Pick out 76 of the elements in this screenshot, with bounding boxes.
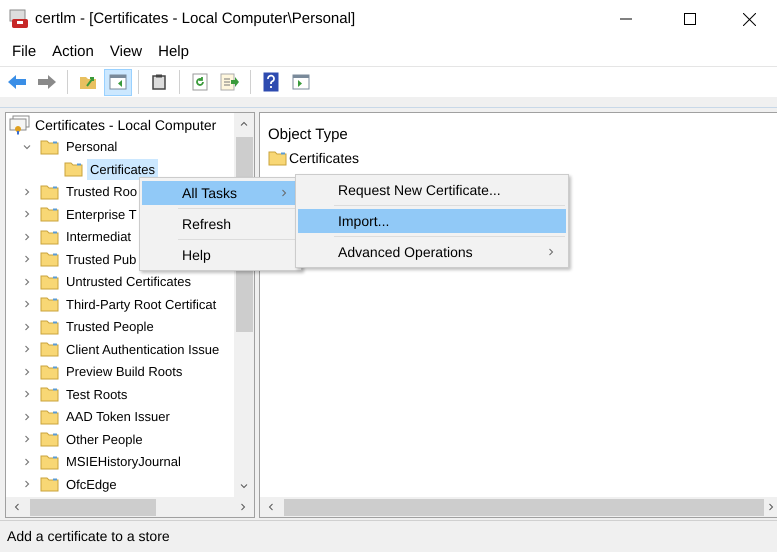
certificate-app-icon — [9, 9, 29, 29]
folder-up-icon — [79, 74, 97, 90]
tree-item[interactable]: Certificates — [87, 158, 158, 180]
chevron-right-icon[interactable] — [22, 344, 32, 354]
chevron-right-icon[interactable] — [22, 299, 32, 310]
menu-item[interactable]: Import... — [298, 209, 566, 233]
folder-icon — [40, 364, 59, 380]
chevron-right-icon[interactable] — [22, 276, 32, 287]
tree-item[interactable]: Client Authentication Issue — [63, 338, 222, 360]
folder-icon — [40, 476, 59, 492]
menu-bar-item[interactable]: View — [102, 40, 150, 64]
folder-icon — [40, 431, 59, 448]
tree-item[interactable]: Test Roots — [63, 384, 130, 405]
folder-icon — [40, 274, 59, 290]
horizontal-scrollbar[interactable] — [260, 497, 777, 517]
chevron-right-icon[interactable] — [22, 254, 32, 264]
tree-item[interactable]: Preview Build Roots — [63, 361, 186, 382]
folder-icon — [40, 228, 59, 245]
back-arrow-icon — [7, 74, 27, 90]
folder-icon — [40, 251, 59, 268]
chevron-right-icon[interactable] — [22, 456, 32, 467]
chevron-right-icon[interactable] — [22, 322, 32, 332]
chevron-right-icon[interactable] — [22, 186, 32, 197]
tree-item[interactable]: OfcEdge — [63, 474, 120, 495]
chevron-right-icon[interactable] — [22, 412, 32, 422]
forward-arrow-icon — [37, 74, 57, 90]
folder-icon — [40, 386, 59, 402]
menu-bar-item[interactable]: File — [4, 40, 44, 64]
horizontal-scrollbar[interactable] — [6, 497, 254, 517]
folder-icon — [268, 150, 287, 166]
folder-icon — [40, 318, 59, 335]
tree-item[interactable]: Untrusted Certificates — [63, 271, 194, 292]
menu-bar-item[interactable]: Action — [44, 40, 102, 64]
tree-item[interactable]: Third-Party Root Certificat — [63, 294, 220, 315]
list-item[interactable]: Certificates — [289, 148, 360, 168]
tree-item[interactable]: MSIEHistoryJournal — [63, 451, 184, 472]
tree-root-item[interactable]: Certificates - Local Computer — [35, 114, 216, 136]
chevron-right-icon[interactable] — [22, 232, 32, 242]
menu-bar-item[interactable]: Help — [150, 40, 197, 64]
tree-item[interactable]: Personal — [63, 136, 120, 158]
menu-item[interactable]: Help — [142, 243, 299, 267]
clipboard-icon — [152, 74, 166, 90]
tree-item[interactable]: Trusted Pub — [63, 248, 140, 270]
menu-item[interactable]: Request New Certificate... — [298, 178, 566, 202]
certificate-store-icon — [9, 115, 31, 136]
maximize-icon[interactable] — [684, 13, 696, 25]
export-list-icon — [220, 73, 240, 91]
tree-pane-icon — [109, 74, 127, 90]
tree-item[interactable]: Other People — [63, 428, 146, 450]
status-text: Add a certificate to a store — [7, 527, 170, 546]
folder-icon — [40, 206, 59, 222]
chevron-right-icon[interactable] — [22, 434, 32, 444]
close-icon[interactable] — [743, 12, 756, 26]
folder-icon — [40, 184, 59, 200]
menu-item[interactable]: Refresh — [142, 212, 299, 236]
tree-item[interactable]: Enterprise T — [63, 204, 140, 225]
folder-icon — [40, 341, 59, 358]
chevron-right-icon[interactable] — [22, 366, 32, 377]
folder-icon — [40, 408, 59, 425]
chevron-right-icon[interactable] — [22, 209, 32, 220]
column-header[interactable]: Object Type — [268, 124, 777, 146]
chevron-right-icon[interactable] — [22, 479, 32, 490]
chevron-right-icon[interactable] — [22, 389, 32, 400]
folder-icon — [40, 296, 59, 312]
menu-item[interactable]: Advanced Operations — [298, 240, 566, 264]
help-icon — [263, 72, 279, 92]
action-pane-icon — [292, 74, 310, 90]
tree-item[interactable]: Intermediat — [63, 226, 134, 248]
tree-item[interactable]: AAD Token Issuer — [63, 406, 173, 428]
folder-icon — [64, 161, 83, 178]
folder-icon — [40, 454, 59, 470]
refresh-icon — [192, 73, 208, 91]
folder-icon — [40, 138, 59, 155]
window-title: certlm - [Certificates - Local Computer\Personal] — [35, 8, 356, 29]
tree-item[interactable]: Trusted People — [63, 316, 157, 338]
tree-item[interactable]: Trusted Roo — [63, 181, 140, 202]
